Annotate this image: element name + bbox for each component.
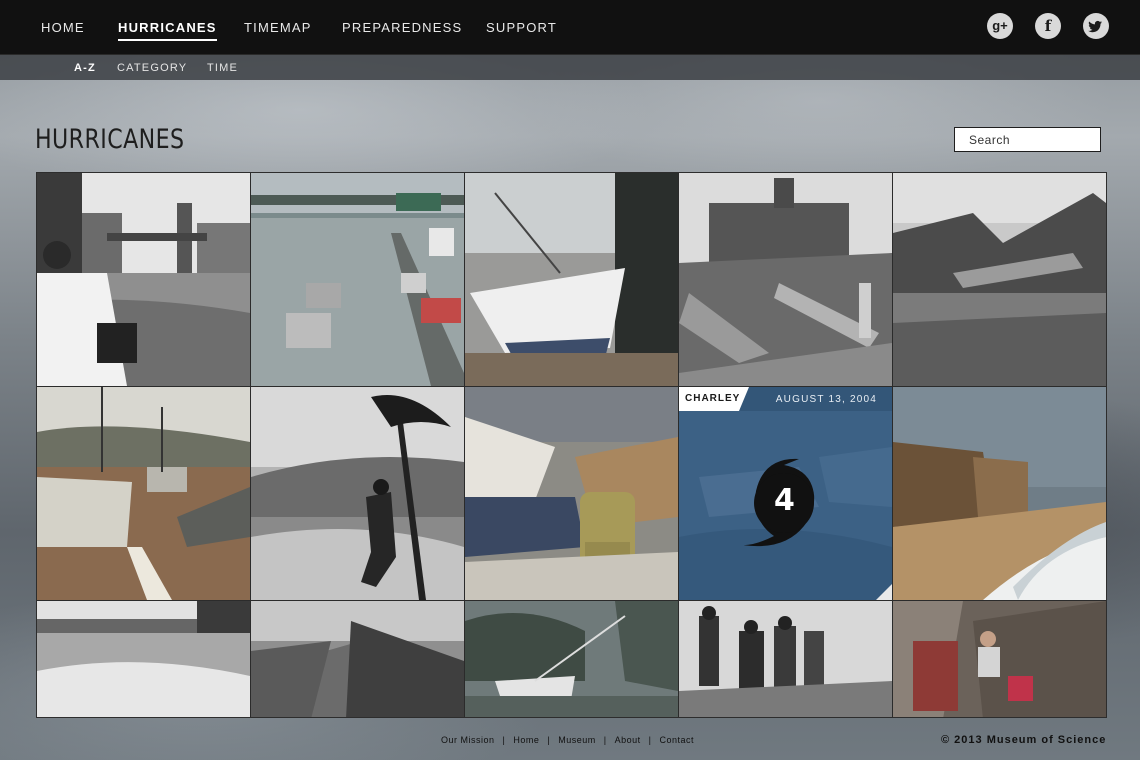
- nav-hurricanes[interactable]: HURRICANES: [118, 20, 217, 41]
- featured-hurricane-tile[interactable]: CHARLEY AUGUST 13, 2004 4: [679, 387, 892, 600]
- hurricane-tile[interactable]: [251, 601, 464, 717]
- hurricane-tile[interactable]: [893, 387, 1106, 600]
- footer-separator: |: [603, 735, 607, 745]
- beached-boat-photo: [465, 173, 678, 386]
- footer-separator: |: [502, 735, 506, 745]
- hurricane-date: AUGUST 13, 2004: [775, 394, 877, 405]
- search-input[interactable]: [954, 127, 1101, 152]
- broken-boardwalk-photo: [251, 601, 464, 717]
- nav-timemap[interactable]: TIMEMAP: [244, 20, 312, 35]
- hurricane-grid: CHARLEY AUGUST 13, 2004 4: [36, 172, 1107, 718]
- hurricane-name: CHARLEY: [679, 387, 739, 411]
- ruined-house-photo: [465, 387, 678, 600]
- sub-navigation: A-Z CATEGORY TIME: [0, 55, 1140, 80]
- nav-preparedness[interactable]: PREPAREDNESS: [342, 20, 462, 35]
- damaged-cars-photo: [37, 387, 250, 600]
- beach-houses-photo: [893, 387, 1106, 600]
- twitter-bird-shape: [1088, 20, 1102, 33]
- hurricane-tile[interactable]: [465, 387, 678, 600]
- collapsed-pier-photo: [893, 173, 1106, 386]
- hurricane-tile[interactable]: [893, 173, 1106, 386]
- footer-link-about[interactable]: About: [615, 735, 641, 745]
- corner-fold: [876, 584, 892, 600]
- footer-link-contact[interactable]: Contact: [659, 735, 694, 745]
- footer-link-our-mission[interactable]: Our Mission: [441, 735, 495, 745]
- footer-links: Our Mission | Home | Museum | About | Contact: [441, 735, 694, 745]
- man-in-wind-photo: [251, 387, 464, 600]
- nav-support[interactable]: SUPPORT: [486, 20, 557, 35]
- storm-boat-photo: [465, 601, 678, 717]
- hurricane-tile[interactable]: [37, 173, 250, 386]
- hurricane-category: 4: [774, 483, 795, 518]
- hurricane-tile[interactable]: [679, 601, 892, 717]
- twitter-icon[interactable]: [1083, 13, 1109, 39]
- subnav-time[interactable]: TIME: [207, 62, 238, 74]
- flooded-highway-photo: [251, 173, 464, 386]
- debris-survivor-photo: [893, 601, 1106, 717]
- hurricane-tile[interactable]: [251, 173, 464, 386]
- footer-separator: |: [648, 735, 652, 745]
- footer-separator: |: [547, 735, 551, 745]
- destroyed-building-photo: [679, 173, 892, 386]
- copyright-notice: © 2013 Museum of Science: [941, 734, 1107, 746]
- google-plus-icon[interactable]: g+: [987, 13, 1013, 39]
- flooded-street-photo: [37, 173, 250, 386]
- facebook-icon[interactable]: f: [1035, 13, 1061, 39]
- hurricane-tile[interactable]: [37, 387, 250, 600]
- hurricane-tile[interactable]: [893, 601, 1106, 717]
- hurricane-tile[interactable]: [37, 601, 250, 717]
- hurricane-tile[interactable]: [465, 601, 678, 717]
- subnav-category[interactable]: CATEGORY: [117, 62, 187, 74]
- hurricane-tile[interactable]: [251, 387, 464, 600]
- page-title: HURRICANES: [35, 124, 185, 155]
- nav-home[interactable]: HOME: [41, 20, 85, 35]
- name-tag-slant: [739, 387, 749, 411]
- rescue-workers-photo: [679, 601, 892, 717]
- subnav-a-z[interactable]: A-Z: [74, 62, 96, 74]
- hurricane-tile[interactable]: [679, 173, 892, 386]
- storm-surge-pier-photo: [37, 601, 250, 717]
- footer-link-museum[interactable]: Museum: [558, 735, 596, 745]
- hurricane-tile[interactable]: [465, 173, 678, 386]
- top-navigation: HOME HURRICANES TIMEMAP PREPAREDNESS SUP…: [0, 0, 1140, 55]
- footer-link-home[interactable]: Home: [513, 735, 539, 745]
